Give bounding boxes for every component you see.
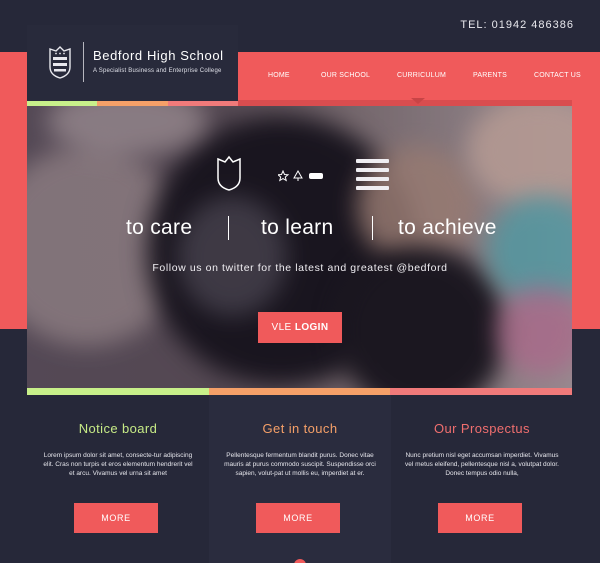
- login-label: LOGIN: [294, 322, 329, 333]
- nav-item-our-school[interactable]: OUR SCHOOL: [321, 72, 370, 79]
- get-in-touch-panel: Get in touch Pellentesque fermentum blan…: [209, 395, 391, 563]
- nav-item-contact-us[interactable]: CONTACT US: [534, 72, 581, 79]
- slogan-achieve: to achieve: [398, 216, 497, 239]
- nav-active-indicator: [411, 98, 425, 104]
- phone-number: TEL: 01942 486386: [460, 19, 574, 31]
- vle-login-button[interactable]: VLE LOGIN: [258, 312, 342, 343]
- hero-small-icons: [278, 170, 323, 182]
- nav-item-parents[interactable]: PARENTS: [473, 72, 507, 79]
- get-in-touch-title: Get in touch: [262, 421, 338, 436]
- notice-board-text: Lorem ipsum dolor sit amet, consecte-tur…: [43, 452, 193, 477]
- hero-banner: [27, 106, 572, 388]
- get-in-touch-more-button[interactable]: MORE: [256, 503, 340, 533]
- notice-board-more-button[interactable]: MORE: [74, 503, 158, 533]
- hero-color-strip: [27, 388, 573, 395]
- nav-item-curriculum[interactable]: CURRICULUM: [397, 72, 446, 79]
- logo-divider: [83, 42, 84, 82]
- get-in-touch-text: Pellentesque fermentum blandit purus. Do…: [224, 452, 376, 477]
- notice-board-title: Notice board: [78, 421, 158, 436]
- vle-label: VLE: [271, 322, 292, 333]
- menu-icon[interactable]: [356, 159, 389, 190]
- main-nav: HOME OUR SCHOOL CURRICULUM PARENTS CONTA…: [238, 52, 600, 100]
- school-tagline: A Specialist Business and Enterprise Col…: [93, 68, 222, 74]
- hero-crest-icon: [217, 155, 241, 191]
- prospectus-panel: Our Prospectus Nunc pretium nisl eget ac…: [391, 395, 573, 563]
- slogan-divider: [372, 216, 373, 240]
- twitter-follow-text: Follow us on twitter for the latest and …: [152, 262, 448, 274]
- crest-icon: [49, 46, 71, 79]
- prospectus-title: Our Prospectus: [434, 421, 530, 436]
- prospectus-more-button[interactable]: MORE: [438, 503, 522, 533]
- nav-item-home[interactable]: HOME: [268, 72, 290, 79]
- school-name: Bedford High School: [93, 48, 224, 63]
- slogan-divider: [228, 216, 229, 240]
- prospectus-text: Nunc pretium nisl eget accumsan imperdie…: [405, 452, 559, 477]
- notice-board-panel: Notice board Lorem ipsum dolor sit amet,…: [27, 395, 209, 563]
- slogan-care: to care: [126, 216, 193, 239]
- logo-box[interactable]: Bedford High School A Specialist Busines…: [27, 25, 238, 101]
- slogan-learn: to learn: [261, 216, 334, 239]
